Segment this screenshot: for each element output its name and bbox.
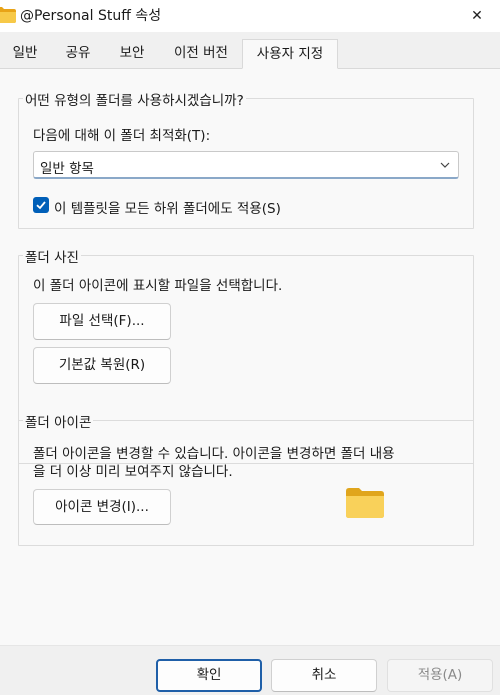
folder-icon-description-line1: 폴더 아이콘을 변경할 수 있습니다. 아이콘을 변경하면 폴더 내용 [33,446,395,462]
tab-strip: 일반 공유 보안 이전 버전 사용자 지정 [0,39,500,69]
optimize-label: 다음에 대해 이 폴더 최적화(T): [33,128,211,144]
folder-type-group-title: 어떤 유형의 폴더를 사용하시겠습니까? [23,89,246,109]
folder-icon-group: 폴더 아이콘 [18,411,474,546]
tab-security[interactable]: 보안 [106,40,158,68]
folder-icon [0,7,16,23]
folder-picture-group-title: 폴더 사진 [23,246,81,266]
change-icon-button[interactable]: 아이콘 변경(I)... [33,489,171,525]
restore-default-button[interactable]: 기본값 복원(R) [33,347,171,384]
chevron-down-icon [440,162,450,168]
close-icon: ✕ [471,8,483,24]
window-title: @Personal Stuff 속성 [20,8,162,24]
folder-preview-icon [346,488,384,518]
title-bar: @Personal Stuff 속성 ✕ [0,0,500,32]
ok-button[interactable]: 확인 [156,659,262,692]
close-button[interactable]: ✕ [454,0,500,32]
cancel-button[interactable]: 취소 [271,659,377,692]
optimize-dropdown[interactable]: 일반 항목 [33,151,459,179]
apply-subfolders-label[interactable]: 이 템플릿을 모든 하위 폴더에도 적용(S) [54,197,281,217]
apply-button[interactable]: 적용(A) [387,659,493,692]
tab-general[interactable]: 일반 [0,40,50,68]
choose-file-button[interactable]: 파일 선택(F)... [33,303,171,340]
apply-subfolders-checkbox[interactable] [33,197,49,213]
checkmark-icon [36,201,46,210]
tab-previous-versions[interactable]: 이전 버전 [160,40,242,68]
folder-picture-description: 이 폴더 아이콘에 표시할 파일을 선택합니다. [33,278,283,294]
tab-customize[interactable]: 사용자 지정 [242,39,338,69]
folder-icon-group-title: 폴더 아이콘 [23,411,94,431]
folder-icon-description-line2: 을 더 이상 미리 보여주지 않습니다. [33,464,233,480]
customize-panel: 어떤 유형의 폴더를 사용하시겠습니까? 다음에 대해 이 폴더 최적화(T):… [0,69,500,645]
optimize-dropdown-value: 일반 항목 [40,161,94,177]
dialog-button-bar: 확인 취소 적용(A) [0,645,500,695]
tab-sharing[interactable]: 공유 [52,40,104,68]
